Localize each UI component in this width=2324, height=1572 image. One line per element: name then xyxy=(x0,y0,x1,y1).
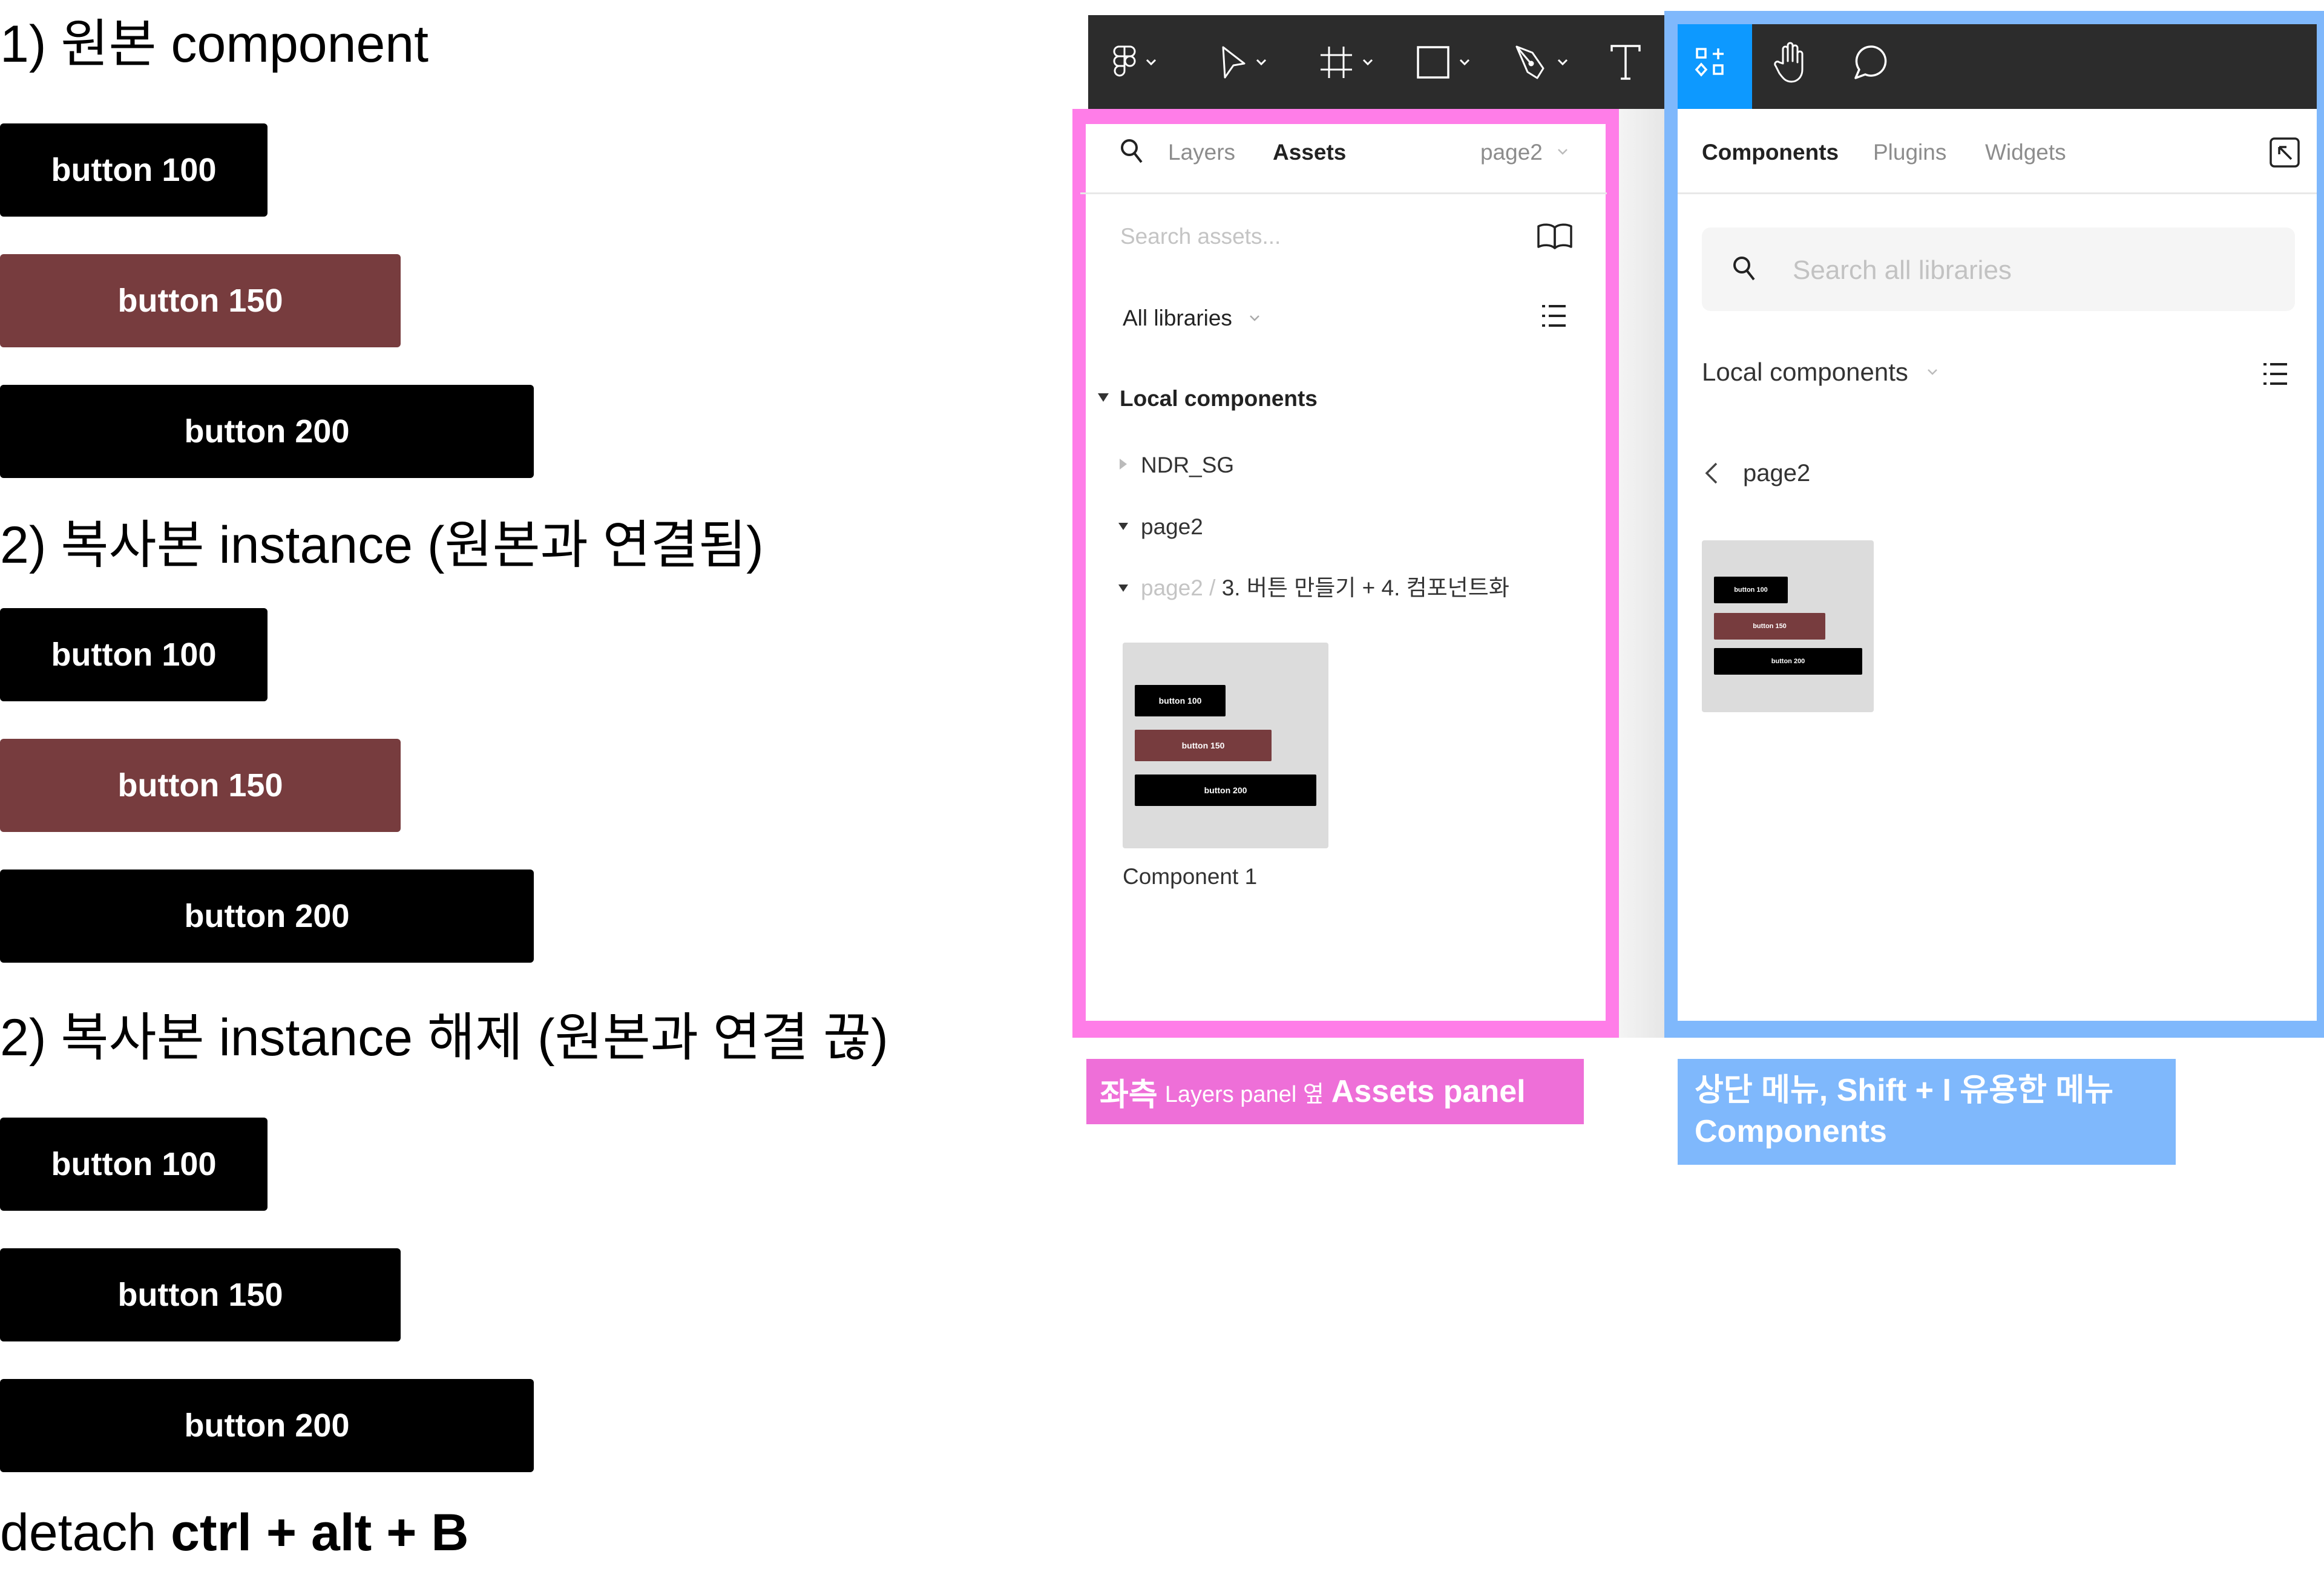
search-libraries-placeholder: Search all libraries xyxy=(1793,255,2012,285)
detach-shortcut-note: detach ctrl + alt + B xyxy=(0,1507,468,1559)
tab-assets[interactable]: Assets xyxy=(1273,141,1346,163)
list-view-icon[interactable] xyxy=(1541,303,1567,329)
component-name[interactable]: Component 1 xyxy=(1123,865,1257,888)
search-assets-input[interactable]: Search assets... xyxy=(1120,225,1281,247)
detach-label: detach xyxy=(0,1504,171,1562)
component-thumbnail[interactable]: button 100 button 150 button 200 xyxy=(1123,643,1328,848)
header-divider xyxy=(1080,192,1607,194)
pen-tool[interactable] xyxy=(1514,15,1569,109)
chevron-down-icon xyxy=(1256,59,1267,65)
cursor-arrow-icon xyxy=(1222,46,1246,78)
caret-down-icon[interactable] xyxy=(1117,522,1129,531)
caption-layers-note: Layers panel 옆 xyxy=(1164,1081,1324,1107)
pen-nib-icon xyxy=(1515,45,1544,79)
panel-divider xyxy=(1619,109,1664,1038)
library-filter[interactable]: All libraries xyxy=(1123,307,1232,329)
caret-right-icon[interactable] xyxy=(1118,457,1128,471)
caption-line-1: 상단 메뉴, Shift + I 유용한 메뉴 xyxy=(1695,1073,2114,1108)
search-icon xyxy=(1733,257,1755,281)
chevron-down-icon[interactable] xyxy=(1557,148,1569,156)
caret-down-icon[interactable] xyxy=(1097,392,1110,403)
component-thumbnail[interactable]: button 100 button 150 button 200 xyxy=(1702,540,1874,712)
page-selector[interactable]: page2 xyxy=(1480,141,1543,163)
move-tool[interactable] xyxy=(1220,15,1267,109)
tree-item-page2[interactable]: page2 xyxy=(1141,516,1203,538)
detached-button-150[interactable]: button 150 xyxy=(0,1248,401,1341)
chevron-down-icon xyxy=(1557,59,1568,65)
detached-button-200[interactable]: button 200 xyxy=(0,1379,534,1472)
collapse-panel-icon[interactable] xyxy=(2268,136,2301,171)
tab-widgets[interactable]: Widgets xyxy=(1985,141,2066,163)
search-icon[interactable] xyxy=(1120,138,1144,165)
detached-button-100[interactable]: button 100 xyxy=(0,1118,268,1211)
frame-hash-icon xyxy=(1321,46,1352,78)
caret-down-icon[interactable] xyxy=(1117,583,1129,593)
chevron-down-icon xyxy=(1362,59,1373,65)
shape-tool[interactable] xyxy=(1416,15,1471,109)
text-t-icon xyxy=(1610,44,1641,80)
section-detached-title: 2) 복사본 instance 해제 (원본과 연결 끊) xyxy=(0,1009,888,1067)
chevron-down-icon[interactable] xyxy=(1926,368,1938,376)
original-button-200[interactable]: button 200 xyxy=(0,385,534,478)
thumb-button-150: button 150 xyxy=(1714,613,1825,640)
back-chevron-icon[interactable] xyxy=(1703,461,1719,485)
thumb-button-200: button 200 xyxy=(1135,775,1316,806)
caption-assets-panel: Assets panel xyxy=(1331,1074,1526,1109)
assets-panel-caption: 좌측 Layers panel 옆 Assets panel xyxy=(1086,1059,1584,1124)
instance-button-200[interactable]: button 200 xyxy=(0,870,534,963)
tree-item-ndr-sg[interactable]: NDR_SG xyxy=(1141,454,1234,476)
caption-left-word: 좌측 xyxy=(1100,1077,1158,1113)
chevron-down-icon[interactable] xyxy=(1249,314,1261,323)
main-menu-tool[interactable] xyxy=(1112,15,1157,109)
caption-line-2: Components xyxy=(1695,1114,1887,1149)
local-components-filter[interactable]: Local components xyxy=(1702,359,1908,385)
chevron-down-icon xyxy=(1146,59,1157,65)
thumb-button-100: button 100 xyxy=(1714,577,1788,603)
instance-button-150[interactable]: button 150 xyxy=(0,739,401,832)
tab-layers[interactable]: Layers xyxy=(1168,141,1235,163)
header-divider xyxy=(1678,192,2317,194)
chevron-down-icon xyxy=(1459,59,1470,65)
original-button-150[interactable]: button 150 xyxy=(0,254,401,347)
local-components-heading: Local components xyxy=(1120,386,1318,411)
section-original-title: 1) 원본 component xyxy=(0,15,429,73)
thumb-button-150: button 150 xyxy=(1135,730,1272,761)
original-button-100[interactable]: button 100 xyxy=(0,123,268,217)
text-tool[interactable] xyxy=(1610,15,1641,109)
library-book-icon[interactable] xyxy=(1536,223,1574,251)
thumb-button-100: button 100 xyxy=(1135,685,1226,716)
components-menu-caption: 상단 메뉴, Shift + I 유용한 메뉴 Components xyxy=(1678,1059,2176,1165)
detach-shortcut: ctrl + alt + B xyxy=(171,1504,469,1562)
frame-tool[interactable] xyxy=(1319,15,1374,109)
tree-path-prefix: page2 / xyxy=(1141,575,1222,600)
tab-plugins[interactable]: Plugins xyxy=(1873,141,1946,163)
tree-item-frame-path[interactable]: page2 / 3. 버튼 만들기 + 4. 컴포넌트화 xyxy=(1141,577,1509,599)
tree-frame-name: 3. 버튼 만들기 + 4. 컴포넌트화 xyxy=(1221,575,1509,600)
section-instance-title: 2) 복사본 instance (원본과 연결됨) xyxy=(0,516,764,574)
tab-components[interactable]: Components xyxy=(1702,141,1839,163)
back-to-page2[interactable]: page2 xyxy=(1743,461,1810,485)
instance-button-100[interactable]: button 100 xyxy=(0,608,268,701)
figma-logo-icon xyxy=(1113,45,1136,76)
thumb-button-200: button 200 xyxy=(1714,648,1862,675)
list-view-icon[interactable] xyxy=(2262,361,2289,387)
rectangle-icon xyxy=(1417,45,1449,79)
